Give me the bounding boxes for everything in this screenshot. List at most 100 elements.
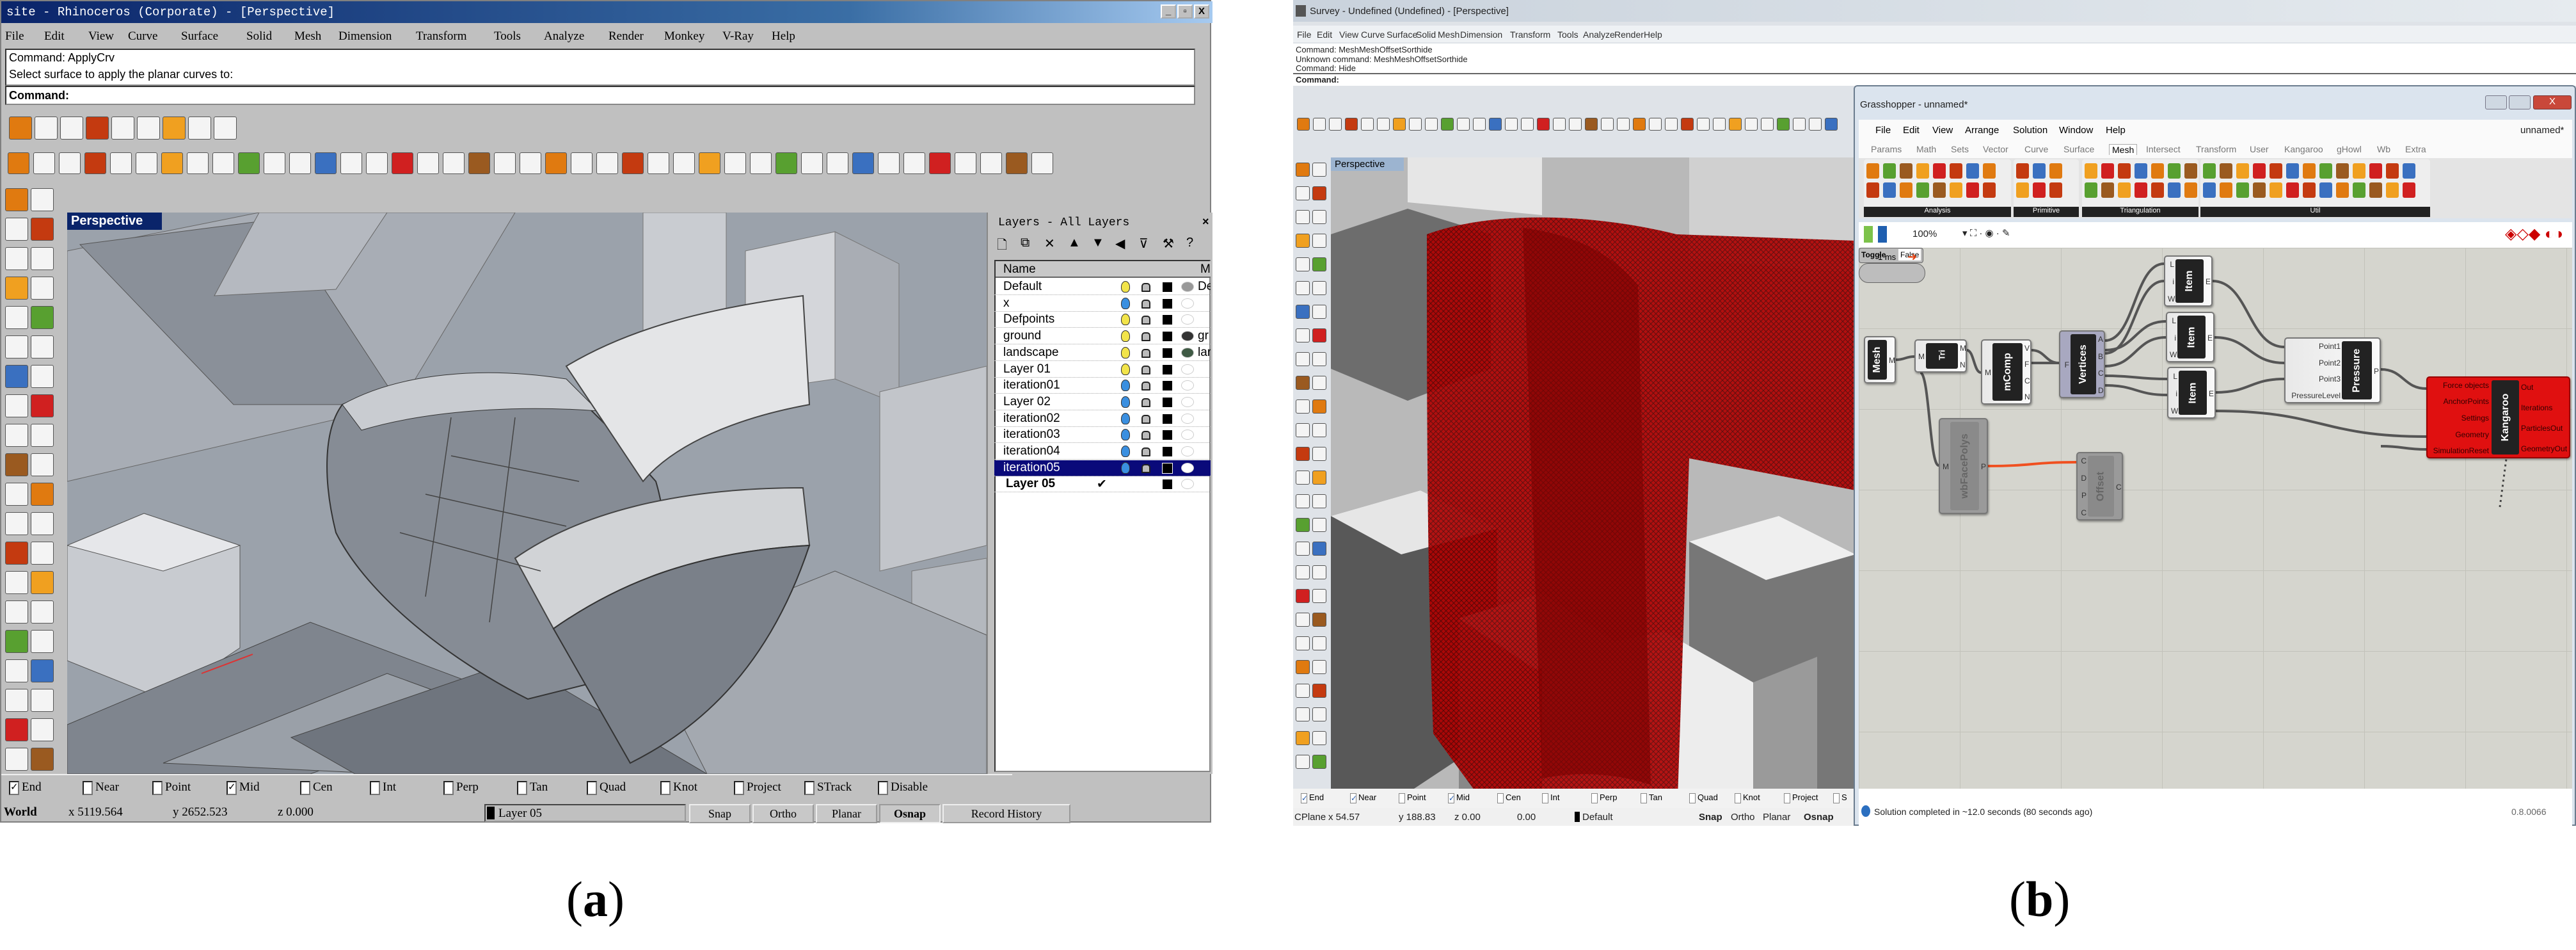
menu-view[interactable]: View bbox=[88, 29, 114, 44]
toolbar-icon[interactable] bbox=[5, 453, 28, 476]
gh-output-port[interactable]: E bbox=[2207, 334, 2213, 342]
gh-tab-mesh[interactable]: Mesh bbox=[2109, 144, 2138, 155]
lock-icon[interactable] bbox=[1141, 348, 1150, 358]
gh-component-icon[interactable] bbox=[2118, 163, 2131, 179]
layer-row[interactable]: iteration04 bbox=[994, 444, 1211, 460]
toolbar-icon[interactable] bbox=[1296, 352, 1310, 366]
gh-input-port[interactable]: i bbox=[2168, 277, 2174, 286]
menu-dimension[interactable]: Dimension bbox=[338, 29, 392, 44]
layer-row[interactable]: landscape lar bbox=[994, 345, 1211, 361]
toolbar-icon[interactable] bbox=[5, 424, 28, 447]
toolbar-icon[interactable] bbox=[1296, 542, 1310, 556]
gh-input-port[interactable]: C bbox=[2080, 508, 2087, 517]
toolbar-icon[interactable] bbox=[5, 689, 28, 712]
toolbar-icon[interactable] bbox=[699, 152, 720, 174]
gh-menu-view[interactable]: View bbox=[1932, 125, 1953, 136]
material-swatch[interactable] bbox=[1181, 479, 1194, 490]
gh-tab-user[interactable]: User bbox=[2250, 144, 2269, 154]
toolbar-icon[interactable] bbox=[1312, 328, 1326, 342]
toolbar-icon[interactable] bbox=[5, 277, 28, 300]
toolbar-icon[interactable] bbox=[31, 542, 54, 565]
osnap-point[interactable]: Point bbox=[1399, 793, 1426, 803]
checkbox[interactable] bbox=[1833, 793, 1840, 803]
layer-row[interactable]: Defpoints bbox=[994, 312, 1211, 328]
tools-icon[interactable]: ⚒ bbox=[1163, 236, 1174, 252]
gh-tab-wb[interactable]: Wb bbox=[2377, 144, 2390, 154]
close-button[interactable]: X bbox=[1194, 4, 1209, 19]
toolbar-icon[interactable] bbox=[1633, 118, 1646, 131]
menu-transform[interactable]: Transform bbox=[416, 29, 467, 44]
toolbar-icon[interactable] bbox=[1569, 118, 1582, 131]
toolbar-icon[interactable] bbox=[1312, 163, 1326, 177]
toolbar-icon[interactable] bbox=[775, 152, 797, 174]
toolbar-icon[interactable] bbox=[1345, 118, 1358, 131]
material-swatch[interactable] bbox=[1181, 413, 1194, 424]
gh-menu-solution[interactable]: Solution bbox=[2013, 125, 2047, 136]
gh-component-icon[interactable] bbox=[2016, 182, 2029, 198]
toolbar-icon[interactable] bbox=[1585, 118, 1598, 131]
menu-edit[interactable]: Edit bbox=[44, 29, 65, 44]
lightbulb-icon[interactable] bbox=[1121, 346, 1130, 358]
toolbar-icon[interactable] bbox=[31, 689, 54, 712]
gh-component-icon[interactable] bbox=[2353, 163, 2365, 179]
toolbar-icon[interactable] bbox=[31, 571, 54, 594]
gh-output-port[interactable]: F bbox=[2024, 360, 2029, 369]
menu-render[interactable]: Render bbox=[608, 29, 644, 44]
ortho-toggle[interactable]: Ortho bbox=[752, 804, 814, 823]
minimize-button[interactable] bbox=[2485, 95, 2507, 109]
osnap-knot[interactable]: Knot bbox=[1735, 793, 1760, 803]
gh-output-port[interactable]: ParticlesOut bbox=[2521, 424, 2563, 433]
gh-menu-arrange[interactable]: Arrange bbox=[1965, 125, 1999, 136]
current-layer[interactable]: Default bbox=[1582, 812, 1613, 823]
toolbar-icon[interactable] bbox=[1473, 118, 1486, 131]
delete-icon[interactable]: ✕ bbox=[1044, 236, 1055, 252]
gh-node-wbfacepolys[interactable]: wbFacePolys M P bbox=[1939, 418, 1988, 514]
toolbar-icon[interactable] bbox=[1393, 118, 1406, 131]
gh-component-icon[interactable] bbox=[2253, 163, 2266, 179]
toolbar-icon[interactable] bbox=[1361, 118, 1374, 131]
planar-toggle[interactable]: Planar bbox=[816, 804, 877, 823]
menu-curve[interactable]: Curve bbox=[128, 29, 157, 44]
gh-component-icon[interactable] bbox=[2033, 163, 2046, 179]
lightbulb-icon[interactable] bbox=[1121, 396, 1130, 408]
toolbar-icon[interactable] bbox=[1296, 471, 1310, 485]
toolbar-icon[interactable] bbox=[1296, 186, 1310, 200]
osnap-knot[interactable]: Knot bbox=[660, 780, 697, 795]
checkbox[interactable] bbox=[1784, 793, 1790, 803]
toolbar-icon[interactable] bbox=[1521, 118, 1534, 131]
gh-component-icon[interactable] bbox=[2403, 163, 2415, 179]
toolbar-icon[interactable] bbox=[238, 152, 260, 174]
toolbar-icon[interactable] bbox=[1761, 118, 1774, 131]
gh-component-icon[interactable] bbox=[2353, 182, 2365, 198]
toolbar-icon[interactable] bbox=[31, 424, 54, 447]
gh-input-port[interactable]: Settings bbox=[2429, 414, 2489, 423]
toolbar-icon[interactable] bbox=[289, 152, 311, 174]
gh-component-icon[interactable] bbox=[2236, 163, 2249, 179]
material-swatch[interactable] bbox=[1181, 380, 1194, 391]
material-swatch[interactable] bbox=[1181, 396, 1194, 407]
lock-icon[interactable] bbox=[1141, 283, 1150, 292]
toolbar-icon[interactable] bbox=[1777, 118, 1790, 131]
toolbar-icon[interactable] bbox=[1296, 613, 1310, 627]
maximize-button[interactable]: ▫ bbox=[1177, 4, 1193, 19]
osnap-cen[interactable]: Cen bbox=[300, 780, 333, 795]
gh-component-icon[interactable] bbox=[2184, 182, 2197, 198]
viewport-label[interactable]: Perspective bbox=[1331, 157, 1404, 171]
toolbar-icon[interactable] bbox=[1296, 281, 1310, 295]
toolbar-icon[interactable] bbox=[5, 718, 28, 741]
menu-solid[interactable]: Solid bbox=[246, 29, 272, 44]
gh-output-port[interactable]: C bbox=[2024, 376, 2030, 385]
toolbar-icon[interactable] bbox=[1457, 118, 1470, 131]
lock-icon[interactable] bbox=[1141, 365, 1150, 374]
gh-node-offset[interactable]: Offset C D P C C bbox=[2076, 452, 2123, 520]
gh-node-vertices[interactable]: Vertices F A B C D bbox=[2059, 330, 2105, 398]
toolbar-icon[interactable] bbox=[31, 630, 54, 653]
checkbox[interactable] bbox=[152, 780, 163, 795]
toolbar-icon[interactable] bbox=[1312, 589, 1326, 603]
layer-color-swatch[interactable] bbox=[1162, 282, 1173, 293]
gh-input-port[interactable]: M bbox=[1918, 352, 1925, 361]
layer-row[interactable]: Layer 01 bbox=[994, 362, 1211, 378]
toolbar-icon[interactable] bbox=[1031, 152, 1053, 174]
gh-output-port[interactable]: Out bbox=[2521, 383, 2533, 392]
menu-dimension[interactable]: Dimension bbox=[1460, 29, 1502, 40]
